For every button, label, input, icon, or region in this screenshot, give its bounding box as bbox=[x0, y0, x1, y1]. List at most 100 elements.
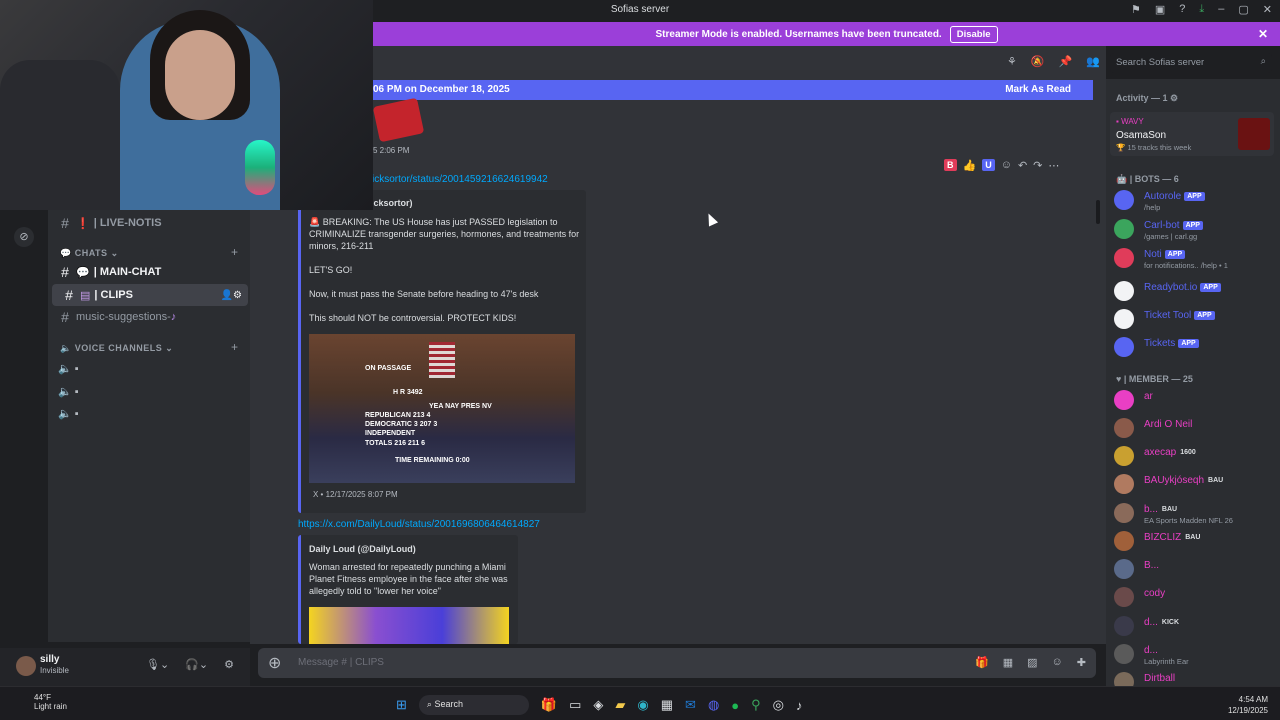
bot-member[interactable]: Autorole APP/help bbox=[1114, 187, 1276, 213]
weather-widget[interactable]: 44°F Light rain bbox=[12, 693, 67, 711]
embed-author[interactable]: Daily Loud (@DailyLoud) bbox=[309, 543, 416, 555]
message-link[interactable]: icksortor/status/2001459216624619942 bbox=[372, 174, 548, 185]
reaction-b[interactable]: B bbox=[944, 159, 957, 171]
close-banner-icon[interactable]: ✕ bbox=[1258, 27, 1268, 41]
add-channel-icon[interactable]: + bbox=[231, 245, 238, 259]
headphones-icon[interactable]: 🎧⌄ bbox=[185, 658, 208, 671]
reply-icon[interactable]: ↶ bbox=[1018, 159, 1027, 172]
app-badge: APP bbox=[1164, 250, 1186, 259]
settings-icon[interactable]: 👤⚙ bbox=[221, 290, 242, 301]
member-name: Autorole APP bbox=[1144, 191, 1205, 202]
gif-icon[interactable]: ▦ bbox=[1003, 656, 1013, 669]
member-row[interactable]: d... Labyrinth Ear bbox=[1114, 641, 1276, 667]
member-row[interactable]: cody bbox=[1114, 584, 1276, 610]
reaction-u[interactable]: U bbox=[982, 159, 995, 171]
bot-member[interactable]: Ticket Tool APP bbox=[1114, 306, 1276, 332]
maximize-icon[interactable]: ▢ bbox=[1238, 3, 1248, 16]
embed-author[interactable]: icksortor) bbox=[371, 197, 413, 209]
category-chats[interactable]: 💬 CHATS ⌄ bbox=[60, 248, 119, 259]
voice-channel[interactable]: 🔈 ▪ bbox=[58, 407, 79, 420]
album-art[interactable] bbox=[1238, 118, 1270, 150]
member-row[interactable]: axecap 1600 bbox=[1114, 443, 1276, 469]
task-view-icon[interactable]: ▭ bbox=[569, 697, 581, 713]
mark-as-read-button[interactable]: Mark As Read bbox=[1005, 84, 1071, 95]
inbox-icon[interactable]: ⚑ bbox=[1131, 3, 1141, 16]
sticker-icon[interactable]: ▨ bbox=[1027, 656, 1037, 669]
outlook-icon[interactable]: ✉ bbox=[685, 697, 696, 713]
taskbar-search[interactable]: ⌕ Search bbox=[418, 695, 529, 715]
chrome-icon[interactable]: ◎ bbox=[773, 697, 784, 713]
member-row[interactable]: BAUykjóseqh BAU bbox=[1114, 471, 1276, 497]
add-attachment-icon[interactable]: ⊕ bbox=[268, 653, 281, 673]
channel-main-chat[interactable]: # 💬 | MAIN-CHAT bbox=[48, 261, 250, 283]
file-explorer-icon[interactable]: ▰ bbox=[615, 697, 625, 713]
threads-icon[interactable]: ⚘ bbox=[1007, 55, 1017, 68]
bot-member[interactable]: Noti APP for notifications.. /help • 1 bbox=[1114, 245, 1276, 271]
discord-icon[interactable]: ◍ bbox=[708, 697, 719, 713]
pin-icon[interactable]: 📌 bbox=[1059, 55, 1073, 68]
channel-live-notis[interactable]: # ❗ | LIVE-NOTIS bbox=[48, 212, 250, 234]
spotify-icon[interactable]: ● bbox=[731, 698, 739, 713]
emoji-icon[interactable]: ☺ bbox=[1052, 656, 1063, 669]
channel-clips[interactable]: # ▤ | CLIPS 👤⚙ bbox=[52, 284, 248, 306]
message-link[interactable]: https://x.com/DailyLoud/status/200169680… bbox=[298, 519, 540, 530]
member-row[interactable]: Ardi O Neil bbox=[1114, 415, 1276, 441]
avatar[interactable] bbox=[16, 656, 36, 676]
more-icon[interactable]: ⋯ bbox=[1048, 159, 1059, 172]
close-window-icon[interactable]: ✕ bbox=[1263, 3, 1272, 16]
bot-member[interactable]: Readybot.io APP bbox=[1114, 278, 1276, 304]
copilot-icon[interactable]: ◈ bbox=[593, 697, 603, 713]
tiktok-icon[interactable]: ♪ bbox=[796, 698, 803, 713]
member-row[interactable]: BIZCLIZ BAU bbox=[1114, 528, 1276, 554]
category-voice[interactable]: 🔈 VOICE CHANNELS ⌄ bbox=[60, 343, 173, 354]
embed-image[interactable] bbox=[309, 607, 509, 644]
member-list-icon[interactable]: 👥 bbox=[1086, 55, 1100, 68]
apps-icon[interactable]: ✚ bbox=[1077, 656, 1086, 669]
windows-start-icon[interactable]: ⊞ bbox=[396, 697, 407, 713]
search-input[interactable]: Search Sofias server ⌕ bbox=[1110, 53, 1272, 73]
discover-icon[interactable]: ⊘ bbox=[14, 227, 34, 247]
embed-image[interactable]: ON PASSAGE H R 3492 YEA NAY PRES NV REPU… bbox=[309, 334, 575, 483]
message-input[interactable]: Message # | CLIPS bbox=[298, 657, 384, 668]
thumbs-up-icon[interactable]: 👍 bbox=[963, 159, 977, 172]
bot-member[interactable]: Tickets APP bbox=[1114, 334, 1276, 360]
activity-header-text: Activity — 1 bbox=[1116, 93, 1168, 103]
notification-icon[interactable]: 🔕 bbox=[1031, 55, 1045, 68]
forward-icon[interactable]: ↷ bbox=[1033, 159, 1042, 172]
download-icon[interactable]: ⤓ bbox=[1199, 3, 1204, 16]
widget-icon[interactable]: 🎁 bbox=[541, 697, 557, 713]
add-voice-channel-icon[interactable]: + bbox=[231, 340, 238, 354]
add-reaction-icon[interactable]: ☺ bbox=[1001, 159, 1012, 171]
app-icon[interactable]: ⚲ bbox=[751, 697, 761, 713]
message-composer[interactable]: ⊕ Message # | CLIPS 🎁 ▦ ▨ ☺ ✚ bbox=[258, 648, 1096, 678]
image-caption: DEMOCRATIC 3 207 3 bbox=[365, 421, 438, 428]
channel-music-suggestions[interactable]: # music-suggestions- ♪ bbox=[48, 306, 250, 328]
member-name: Carl-bot APP bbox=[1144, 220, 1203, 231]
bot-member[interactable]: Carl-bot APP/games | carl.gg bbox=[1114, 216, 1276, 242]
member-row[interactable]: B... bbox=[1114, 556, 1276, 582]
chat-scrollbar[interactable] bbox=[1096, 200, 1100, 224]
member-row[interactable]: d... KICK bbox=[1114, 613, 1276, 639]
disable-button[interactable]: Disable bbox=[949, 25, 998, 43]
screen-icon[interactable]: ▣ bbox=[1155, 3, 1165, 16]
member-name: ar bbox=[1144, 391, 1153, 402]
voice-channel[interactable]: 🔈 ▪ bbox=[58, 385, 79, 398]
minimize-icon[interactable]: – bbox=[1218, 3, 1224, 16]
user-settings-icon[interactable]: ⚙ bbox=[224, 658, 234, 671]
gift-icon[interactable]: 🎁 bbox=[975, 656, 989, 669]
embed-text: minors, 216-211 bbox=[309, 241, 374, 251]
voice-channel[interactable]: 🔈 ▪ bbox=[58, 362, 79, 375]
microphone-icon[interactable]: 🎙⌄ bbox=[146, 658, 169, 671]
store-icon[interactable]: ▦ bbox=[661, 697, 673, 713]
clock[interactable]: 4:54 AM 12/19/2025 bbox=[1228, 694, 1268, 716]
new-messages-bar[interactable]: 06 PM on December 18, 2025 Mark As Read bbox=[373, 80, 1093, 100]
face-image bbox=[165, 30, 235, 120]
member-row[interactable]: Dirtball bbox=[1114, 669, 1276, 686]
activity-card[interactable]: ▪ WAVY OsamaSon 🏆 15 tracks this week bbox=[1110, 112, 1274, 156]
edge-icon[interactable]: ◉ bbox=[637, 697, 648, 713]
hash-icon: # bbox=[61, 264, 69, 280]
member-row[interactable]: ar bbox=[1114, 387, 1276, 413]
member-row[interactable]: b... BAU EA Sports Madden NFL 26 bbox=[1114, 500, 1276, 526]
help-icon[interactable]: ? bbox=[1179, 3, 1185, 16]
embed-text: This should NOT be controversial. PROTEC… bbox=[309, 313, 517, 323]
